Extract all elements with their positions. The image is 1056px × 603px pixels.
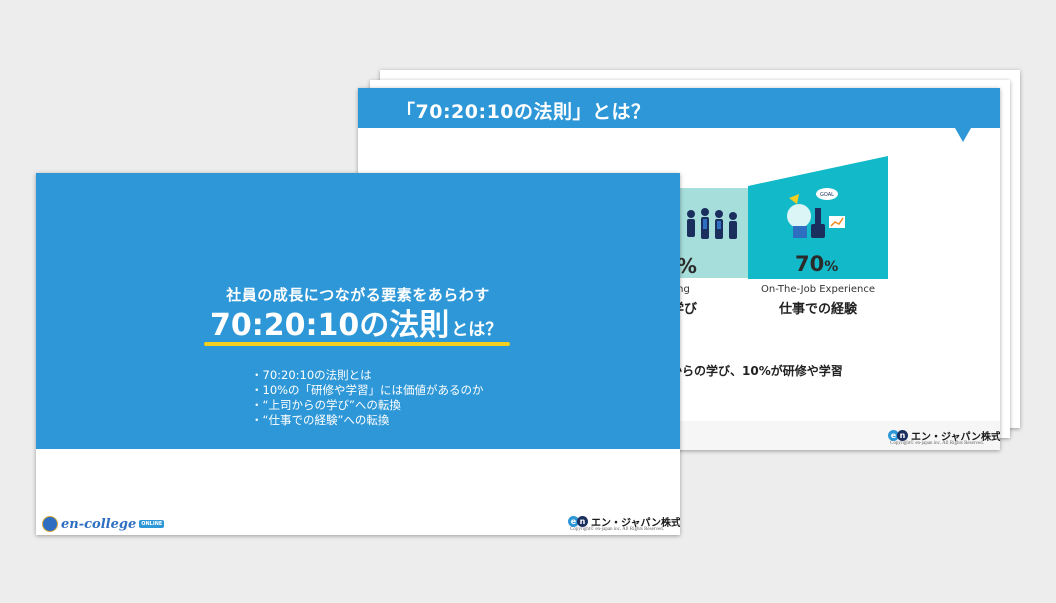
goal-chart-icon: GOAL xyxy=(787,188,845,238)
back-slide-header: 「70:20:10の法則」とは？ xyxy=(358,88,1000,128)
en-college-emblem-icon xyxy=(42,516,58,532)
en-college-name: en-college xyxy=(61,516,137,532)
title-underline xyxy=(204,342,510,346)
goal-label: GOAL xyxy=(820,192,834,198)
front-slide: 社員の成長につながる要素をあらわす 70:20:10の法則とは？ 70:20:1… xyxy=(36,173,680,535)
business-people-icon xyxy=(687,208,737,239)
en-japan-logo-icon: en xyxy=(888,430,908,441)
front-title-main: 70:20:10の法則 xyxy=(210,308,450,343)
en-college-logo: en-college ONLINE xyxy=(42,516,165,532)
back-copyright: Copyright© en-japan inc. All Rights Rese… xyxy=(890,441,984,446)
online-badge: ONLINE xyxy=(139,520,165,528)
header-pointer-icon xyxy=(955,128,971,142)
agenda-list: 70:20:10の法則とは 10%の「研修や学習」には価値があるのか “上司から… xyxy=(251,368,484,428)
experience-percent: 70% xyxy=(795,252,838,276)
back-slide-title: 「70:20:10の法則」とは？ xyxy=(396,101,651,123)
front-title-suffix: とは？ xyxy=(451,320,503,340)
experience-label-en: On-The-Job Experience xyxy=(760,284,876,295)
agenda-item: “上司からの学び”への転換 xyxy=(251,398,484,413)
experience-percent-value: 70 xyxy=(795,252,825,276)
agenda-item: 10%の「研修や学習」には価値があるのか xyxy=(251,383,484,398)
front-slide-cover: 社員の成長につながる要素をあらわす 70:20:10の法則とは？ 70:20:1… xyxy=(36,173,680,449)
experience-percent-sign: % xyxy=(824,259,839,275)
en-japan-logo-icon: en xyxy=(568,516,588,527)
agenda-item: “仕事での経験”への転換 xyxy=(251,413,484,428)
experience-label-jp: 仕事での経験 xyxy=(778,302,857,317)
back-slide-summary: 司からの学び、10%が研修や学習 xyxy=(658,364,843,378)
agenda-item: 70:20:10の法則とは xyxy=(251,368,484,383)
front-copyright: Copyright© en-japan inc. All Rights Rese… xyxy=(570,527,664,532)
front-slide-title: 70:20:10の法則 とは？ xyxy=(210,300,502,344)
